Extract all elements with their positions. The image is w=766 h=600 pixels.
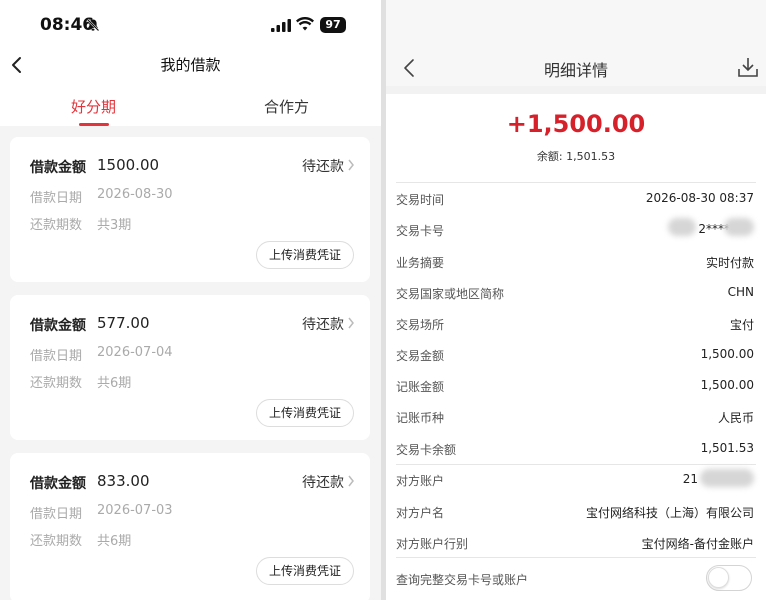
loan-periods: 共6期 bbox=[97, 376, 132, 391]
balance-text: 余额: 1,501.53 bbox=[536, 150, 616, 163]
loan-periods: 共3期 bbox=[97, 218, 132, 233]
loan-card[interactable]: 借款金额 833.00 待还款 借款日期 2026-07-03 还款期数 共6期… bbox=[10, 453, 370, 600]
divider bbox=[396, 182, 756, 183]
detail-value: 宝付 bbox=[729, 318, 754, 332]
loan-periods: 共6期 bbox=[97, 534, 132, 549]
divider bbox=[396, 557, 756, 558]
detail-key: 交易卡号 bbox=[396, 224, 445, 238]
transaction-amount: +1,500.00 bbox=[506, 110, 646, 138]
loan-amount-label: 借款金额 bbox=[30, 160, 86, 176]
tab-partner[interactable]: 合作方 bbox=[264, 96, 309, 117]
upload-receipt-button[interactable]: 上传消费凭证 bbox=[256, 557, 354, 585]
loan-card[interactable]: 借款金额 1500.00 待还款 借款日期 2026-08-30 还款期数 共3… bbox=[10, 137, 370, 282]
redacted-blur bbox=[724, 218, 754, 236]
query-full-card-label: 查询完整交易卡号或账户 bbox=[396, 573, 529, 587]
loan-periods-label: 还款期数 bbox=[30, 218, 83, 233]
detail-value: CHN bbox=[727, 285, 754, 299]
loan-date: 2026-07-04 bbox=[97, 345, 173, 360]
tab-haofenqi[interactable]: 好分期 bbox=[71, 96, 116, 117]
toggle-knob bbox=[708, 567, 729, 588]
detail-key: 对方户名 bbox=[396, 506, 445, 520]
status-bar: 08:46 97 bbox=[0, 0, 381, 50]
upload-receipt-button[interactable]: 上传消费凭证 bbox=[256, 241, 354, 269]
page-title: 我的借款 bbox=[160, 56, 221, 74]
loan-card[interactable]: 借款金额 577.00 待还款 借款日期 2026-07-04 还款期数 共6期… bbox=[10, 295, 370, 440]
loan-periods-label: 还款期数 bbox=[30, 376, 83, 391]
loan-amount-label: 借款金额 bbox=[30, 476, 86, 492]
upload-receipt-button[interactable]: 上传消费凭证 bbox=[256, 399, 354, 427]
wifi-icon bbox=[296, 17, 314, 31]
loan-amount-label: 借款金额 bbox=[30, 318, 86, 334]
transaction-detail-screen: 明细详情 +1,500.00 余额: 1,501.53 交易时间 2026-08… bbox=[386, 0, 766, 600]
cellular-signal-icon bbox=[271, 19, 291, 32]
detail-value: 21 bbox=[682, 472, 698, 486]
redacted-blur bbox=[668, 218, 696, 236]
loan-amount: 1500.00 bbox=[97, 156, 160, 174]
page-title: 明细详情 bbox=[543, 61, 608, 80]
loan-date-label: 借款日期 bbox=[30, 191, 83, 206]
detail-key: 交易时间 bbox=[396, 193, 445, 207]
loan-date: 2026-07-03 bbox=[97, 503, 173, 518]
loan-amount: 577.00 bbox=[97, 314, 150, 332]
detail-key: 业务摘要 bbox=[396, 256, 445, 270]
detail-key: 对方账户行别 bbox=[396, 537, 469, 551]
active-tab-indicator bbox=[79, 123, 109, 126]
query-full-card-toggle[interactable] bbox=[706, 565, 752, 591]
detail-key: 交易卡余额 bbox=[396, 443, 457, 457]
detail-key: 记账币种 bbox=[396, 411, 445, 425]
detail-value: 1,501.53 bbox=[700, 441, 754, 455]
loan-date-label: 借款日期 bbox=[30, 507, 83, 522]
loan-amount: 833.00 bbox=[97, 472, 150, 490]
detail-key: 交易场所 bbox=[396, 318, 445, 332]
chevron-right-icon[interactable] bbox=[347, 475, 355, 487]
detail-value: 实时付款 bbox=[705, 256, 754, 270]
chevron-right-icon[interactable] bbox=[347, 317, 355, 329]
detail-value: 1,500.00 bbox=[700, 347, 754, 361]
detail-key: 对方账户 bbox=[396, 474, 445, 488]
chevron-right-icon[interactable] bbox=[347, 159, 355, 171]
divider bbox=[396, 464, 756, 465]
loan-list-screen: 08:46 97 我的借款 好分期 合作方 借款金额 1500.00 待还款 借… bbox=[0, 0, 381, 600]
loan-date-label: 借款日期 bbox=[30, 349, 83, 364]
top-nav: 我的借款 好分期 合作方 bbox=[0, 50, 381, 126]
bell-muted-icon bbox=[86, 18, 100, 32]
top-nav: 明细详情 bbox=[386, 0, 766, 86]
loan-status[interactable]: 待还款 bbox=[302, 156, 344, 176]
download-icon[interactable] bbox=[737, 56, 759, 78]
detail-value: 宝付网络科技（上海）有限公司 bbox=[585, 506, 754, 520]
detail-value: 宝付网络-备付金账户 bbox=[641, 537, 754, 551]
loan-periods-label: 还款期数 bbox=[30, 534, 83, 549]
detail-key: 交易国家或地区简称 bbox=[396, 287, 505, 301]
detail-value: 1,500.00 bbox=[700, 378, 754, 392]
redacted-blur bbox=[700, 469, 754, 487]
detail-key: 记账金额 bbox=[396, 380, 445, 394]
loan-status[interactable]: 待还款 bbox=[302, 314, 344, 334]
detail-value: 2026-08-30 08:37 bbox=[645, 191, 754, 205]
detail-value: 人民币 bbox=[717, 411, 754, 425]
battery-indicator: 97 bbox=[320, 17, 346, 33]
section-divider bbox=[386, 86, 766, 94]
detail-key: 交易金额 bbox=[396, 349, 445, 363]
loan-date: 2026-08-30 bbox=[97, 187, 173, 202]
loan-status[interactable]: 待还款 bbox=[302, 472, 344, 492]
